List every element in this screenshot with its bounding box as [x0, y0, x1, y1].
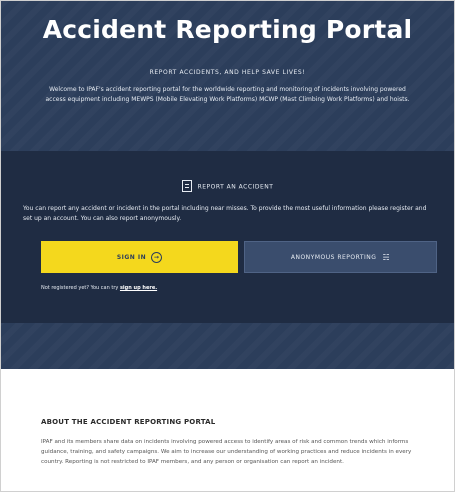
- document-icon: [181, 180, 192, 192]
- hero-footer: [1, 323, 454, 369]
- about-section: ABOUT THE ACCIDENT REPORTING PORTAL IPAF…: [1, 369, 454, 491]
- about-heading: ABOUT THE ACCIDENT REPORTING PORTAL: [41, 418, 216, 426]
- incognito-icon: ☵: [382, 252, 391, 262]
- page-title: Accident Reporting Portal: [42, 15, 413, 44]
- sign-up-link[interactable]: sign up here.: [120, 285, 157, 291]
- tagline: REPORT ACCIDENTS, AND HELP SAVE LIVES!: [149, 69, 306, 76]
- register-prompt: Not registered yet? You can try sign up …: [41, 285, 157, 291]
- sign-in-button[interactable]: SIGN IN →: [41, 241, 238, 273]
- hero-section: Accident Reporting Portal REPORT ACCIDEN…: [1, 1, 454, 369]
- hero-header: Accident Reporting Portal REPORT ACCIDEN…: [1, 1, 454, 149]
- sign-in-label: SIGN IN: [116, 253, 147, 261]
- report-panel: [1, 151, 454, 323]
- intro-text: Welcome to IPAF's accident reporting por…: [45, 86, 410, 103]
- sign-in-arrow-icon: →: [151, 251, 163, 263]
- page: Accident Reporting Portal REPORT ACCIDEN…: [0, 0, 455, 492]
- report-description: You can report any accident or incident …: [23, 205, 427, 222]
- anonymous-reporting-label: ANONYMOUS REPORTING: [290, 253, 377, 261]
- report-heading-label: REPORT AN ACCIDENT: [197, 183, 274, 191]
- about-body: IPAF and its members share data on incid…: [41, 439, 412, 465]
- anonymous-reporting-button[interactable]: ANONYMOUS REPORTING ☵: [244, 241, 437, 273]
- report-heading: REPORT AN ACCIDENT: [1, 180, 454, 193]
- register-prefix: Not registered yet? You can try: [41, 285, 119, 291]
